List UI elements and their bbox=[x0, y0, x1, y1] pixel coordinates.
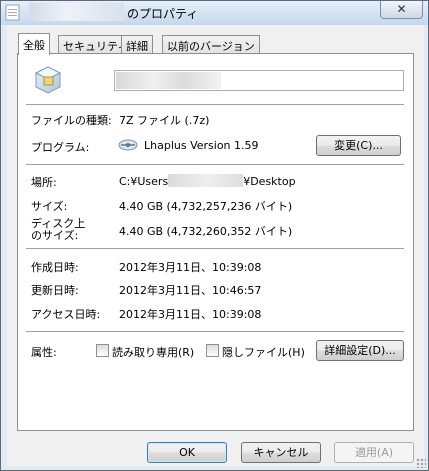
archive-file-icon bbox=[34, 66, 62, 94]
hidden-label[interactable]: 隠しファイル(H) bbox=[222, 344, 305, 360]
location-label: 場所: bbox=[31, 176, 57, 189]
file-icon bbox=[5, 4, 20, 21]
title-bar: のプロパティ ✕ bbox=[1, 1, 428, 25]
filename-input[interactable] bbox=[114, 70, 404, 91]
accessed-label: アクセス日時: bbox=[31, 308, 101, 321]
close-button[interactable]: ✕ bbox=[380, 1, 423, 19]
location-value: C:¥Users ¥Desktop bbox=[119, 174, 296, 188]
disk-size-value: 4.40 GB (4,732,260,352 バイト) bbox=[119, 225, 293, 238]
file-type-label: ファイルの種類: bbox=[31, 114, 112, 127]
tab-previous-versions[interactable]: 以前のバージョン bbox=[162, 35, 260, 54]
size-label: サイズ: bbox=[31, 200, 68, 213]
tab-general[interactable]: 全般 bbox=[18, 33, 50, 55]
title-filename-redacted bbox=[29, 3, 124, 21]
location-suffix: ¥Desktop bbox=[243, 175, 296, 188]
filename-redacted bbox=[116, 72, 221, 89]
created-label: 作成日時: bbox=[31, 261, 79, 274]
close-icon: ✕ bbox=[396, 2, 407, 16]
tab-details[interactable]: 詳細 bbox=[121, 35, 153, 54]
change-program-button[interactable]: 変更(C)... bbox=[316, 135, 401, 156]
lhaplus-program-icon bbox=[118, 139, 138, 151]
accessed-value: 2012年3月11日、10:39:08 bbox=[119, 308, 262, 321]
program-label: プログラム: bbox=[31, 141, 90, 154]
file-type-value: 7Z ファイル (.7z) bbox=[119, 114, 210, 127]
modified-label: 更新日時: bbox=[31, 284, 79, 297]
created-value: 2012年3月11日、10:39:08 bbox=[119, 261, 262, 274]
readonly-checkbox[interactable] bbox=[96, 344, 109, 357]
ok-button[interactable]: OK bbox=[147, 442, 227, 463]
separator bbox=[26, 331, 404, 332]
modified-value: 2012年3月11日、10:46:57 bbox=[119, 284, 262, 297]
window-title: のプロパティ bbox=[127, 7, 199, 21]
disk-size-label-line2: のサイズ: bbox=[31, 229, 79, 242]
properties-window: のプロパティ ✕ 全般 セキュリティ 詳細 以前のバージョン ファイルの種類: … bbox=[0, 0, 429, 471]
location-prefix: C:¥Users bbox=[119, 175, 169, 188]
separator bbox=[26, 164, 404, 165]
disk-size-label: ディスク上 のサイズ: bbox=[31, 218, 85, 242]
hidden-checkbox[interactable] bbox=[206, 344, 219, 357]
attributes-label: 属性: bbox=[31, 346, 57, 359]
resize-grip[interactable] bbox=[416, 458, 426, 468]
cancel-button[interactable]: キャンセル bbox=[241, 442, 321, 463]
separator bbox=[26, 248, 404, 249]
readonly-label[interactable]: 読み取り専用(R) bbox=[112, 344, 194, 360]
apply-button[interactable]: 適用(A) bbox=[334, 442, 414, 463]
size-value: 4.40 GB (4,732,257,236 バイト) bbox=[119, 200, 293, 213]
username-redacted bbox=[168, 174, 244, 187]
general-panel bbox=[17, 53, 414, 431]
program-value: Lhaplus Version 1.59 bbox=[144, 139, 259, 152]
advanced-button[interactable]: 詳細設定(D)... bbox=[316, 340, 404, 361]
separator bbox=[26, 104, 404, 105]
